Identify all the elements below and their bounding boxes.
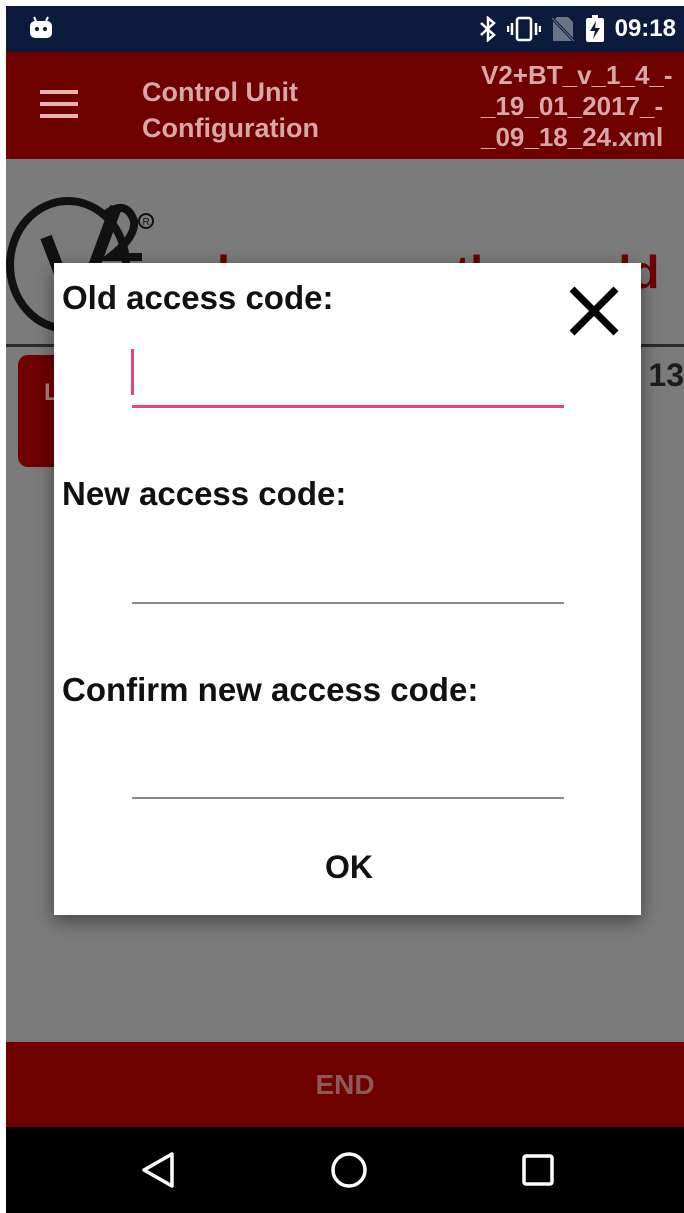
new-access-code-input[interactable] bbox=[132, 558, 564, 604]
old-access-code-input[interactable] bbox=[132, 361, 564, 408]
recent-apps-icon[interactable] bbox=[521, 1153, 555, 1187]
android-debug-icon bbox=[30, 16, 52, 38]
app-title: Control Unit Configuration bbox=[142, 77, 319, 143]
app-bar: Control Unit Configuration V2+BT_v_1_4_-… bbox=[6, 52, 684, 159]
battery-charging-icon bbox=[585, 15, 604, 42]
change-access-code-dialog: Old access code: New access code: Confir… bbox=[54, 263, 641, 915]
old-access-code-label: Old access code: bbox=[62, 279, 334, 316]
status-icons: 09:18 bbox=[479, 6, 676, 52]
svg-text:R: R bbox=[143, 217, 150, 228]
vibrate-icon bbox=[506, 16, 541, 42]
screen: 09:18 Control Unit Configuration V2+BT_v… bbox=[6, 6, 684, 1213]
right-value-text: 13 bbox=[648, 357, 684, 393]
new-access-code-label: New access code: bbox=[62, 475, 347, 512]
home-icon[interactable] bbox=[329, 1150, 369, 1190]
ok-button[interactable]: OK bbox=[254, 839, 444, 895]
confirm-access-code-label: Confirm new access code: bbox=[62, 671, 479, 708]
confirm-access-code-input[interactable] bbox=[132, 753, 564, 799]
close-icon[interactable] bbox=[562, 279, 626, 343]
hamburger-menu-icon[interactable] bbox=[40, 90, 78, 120]
back-icon[interactable] bbox=[140, 1150, 176, 1190]
clock-text: 09:18 bbox=[614, 15, 676, 42]
bluetooth-icon bbox=[479, 16, 496, 42]
config-file-name: V2+BT_v_1_4_- _19_01_2017_- _09_18_24.xm… bbox=[481, 60, 673, 152]
navigation-bar bbox=[6, 1127, 684, 1213]
status-bar: 09:18 bbox=[6, 6, 684, 52]
text-cursor bbox=[131, 349, 134, 395]
no-sim-icon bbox=[550, 16, 575, 42]
end-button[interactable]: END bbox=[6, 1042, 684, 1127]
